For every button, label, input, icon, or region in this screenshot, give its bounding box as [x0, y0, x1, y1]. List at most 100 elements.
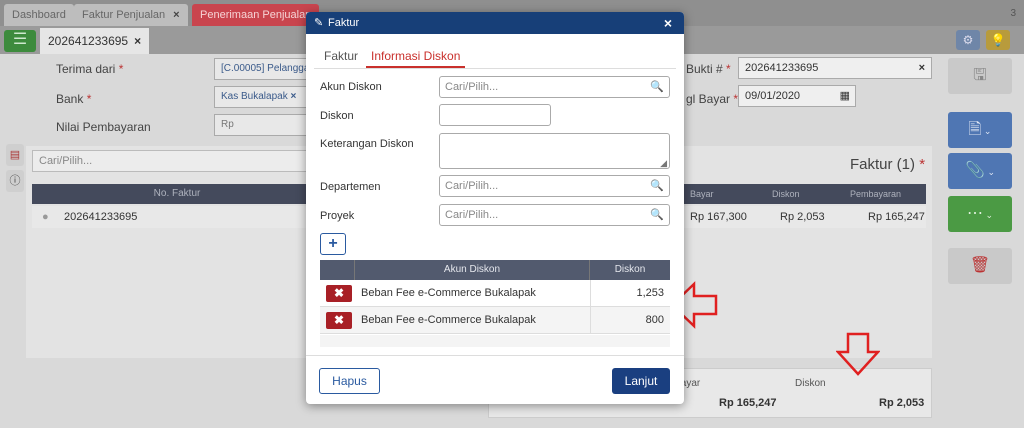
dialog-footer-divider	[306, 355, 684, 356]
save-button[interactable]: 🖫	[948, 58, 1012, 94]
departemen-label: Departemen	[320, 181, 381, 193]
table-row[interactable]: ✖ Beban Fee e-Commerce Bukalapak 800	[320, 307, 670, 334]
summary-label-diskon: Diskon	[795, 378, 826, 389]
tab-penerimaan-penjualan[interactable]: Penerimaan Penjualan	[192, 4, 320, 26]
doc-tab-label: 202641233695	[48, 34, 129, 48]
akun-diskon-label: Akun Diskon	[320, 81, 382, 93]
calendar-icon[interactable]: ▦	[840, 86, 850, 106]
proyek-label: Proyek	[320, 210, 355, 222]
table-header: No. Faktur	[32, 184, 322, 204]
diskon-label: Diskon	[320, 110, 354, 122]
close-icon[interactable]: ×	[291, 91, 297, 102]
faktur-dialog: ✎ Faktur × Faktur Informasi Diskon Akun …	[306, 12, 684, 404]
table-row[interactable]: ✖ Beban Fee e-Commerce Bukalapak 1,253	[320, 280, 670, 307]
close-icon[interactable]: ×	[173, 9, 179, 21]
bayar-cell: Rp 167,300	[690, 211, 747, 223]
delete-row-icon[interactable]: ✖	[326, 312, 352, 329]
add-row-button[interactable]: +	[320, 233, 346, 255]
terima-dari-label: Terima dari *	[56, 62, 124, 76]
attachment-button[interactable]: 📎 ⌄	[948, 153, 1012, 189]
column-action	[320, 260, 355, 280]
akun-diskon-placeholder: Cari/Pilih...	[445, 81, 499, 93]
more-button[interactable]: ⋯ ⌄	[948, 196, 1012, 232]
close-icon[interactable]: ×	[134, 34, 141, 48]
table-row[interactable]: ● 202641233695	[32, 206, 322, 228]
pembayaran-cell: Rp 165,247	[868, 211, 925, 223]
delete-button[interactable]: 🗑	[948, 248, 1012, 284]
faktur-table-row[interactable]: Rp 167,300 Rp 2,053 Rp 165,247	[684, 206, 926, 228]
resize-handle-icon[interactable]: ◢	[660, 158, 667, 168]
summary-value-dibayar: Rp 165,247	[719, 397, 777, 409]
column-bayar: Bayar	[690, 189, 714, 199]
tab-faktur[interactable]: Faktur	[324, 44, 358, 68]
keterangan-diskon-textarea[interactable]: ◢	[439, 133, 670, 169]
akun-cell: Beban Fee e-Commerce Bukalapak	[361, 287, 536, 299]
annotation-arrow-down	[836, 332, 880, 376]
column-pembayaran: Pembayaran	[850, 189, 902, 199]
paperclip-icon: 📎	[965, 162, 985, 179]
terima-dari-field[interactable]: [C.00005] Pelanggan E	[214, 58, 314, 80]
trash-icon: 🗑	[969, 257, 991, 274]
grid-empty-area	[320, 335, 670, 347]
cell-divider	[590, 307, 591, 334]
tgl-bayar-field[interactable]: 09/01/2020 ▦	[738, 85, 856, 107]
dialog-header: ✎ Faktur ×	[306, 12, 684, 34]
summary-value-diskon: Rp 2,053	[879, 397, 925, 409]
bank-label: Bank *	[56, 92, 92, 106]
menu-list-button[interactable]: ☰	[4, 30, 36, 52]
nilai-pembayaran-field[interactable]: Rp	[214, 114, 314, 136]
diskon-cell: 1,253	[636, 287, 664, 299]
hapus-button[interactable]: Hapus	[319, 368, 380, 394]
faktur-panel	[684, 146, 932, 358]
diskon-cell: Rp 2,053	[780, 211, 825, 223]
departemen-input[interactable]: Cari/Pilih... 🔍	[439, 175, 670, 197]
search-icon[interactable]: 🔍	[650, 77, 664, 97]
row-dot-icon: ●	[42, 211, 49, 223]
tab-informasi-diskon[interactable]: Informasi Diskon	[366, 44, 466, 68]
save-icon: 🖫	[973, 67, 987, 84]
tab-dashboard[interactable]: Dashboard	[4, 4, 74, 26]
diskon-cell: 800	[645, 314, 664, 326]
bulb-icon[interactable]: 💡	[986, 30, 1010, 50]
delete-row-icon[interactable]: ✖	[326, 285, 352, 302]
tgl-bayar-label: gl Bayar *	[686, 92, 739, 106]
gear-icon[interactable]: ⚙	[956, 30, 980, 50]
more-icon: ⋯	[966, 205, 983, 222]
no-bukti-field[interactable]: 202641233695 ×	[738, 57, 932, 79]
tab-divider	[314, 68, 676, 69]
clear-icon[interactable]: ×	[919, 58, 925, 78]
document-tab-icon[interactable]: ▤	[6, 144, 24, 166]
bank-field[interactable]: Kas Bukalapak ×	[214, 86, 314, 108]
diskon-input[interactable]	[439, 104, 551, 126]
column-diskon: Diskon	[614, 264, 646, 275]
tab-label: Faktur Penjualan	[82, 9, 166, 21]
tab-faktur-penjualan[interactable]: Faktur Penjualan ×	[74, 4, 188, 26]
lanjut-button[interactable]: Lanjut	[612, 368, 670, 394]
doc-tab[interactable]: 202641233695 ×	[40, 28, 150, 54]
document-button[interactable]: 🗎 ⌄	[948, 112, 1012, 148]
column-akun-diskon: Akun Diskon	[355, 260, 590, 280]
cell-divider	[590, 280, 591, 307]
dialog-title: Faktur	[328, 17, 360, 29]
invoice-list-panel	[26, 146, 316, 358]
column-diskon: Diskon	[772, 189, 800, 199]
akun-cell: Beban Fee e-Commerce Bukalapak	[361, 314, 536, 326]
discount-grid-header: Akun Diskon Diskon	[320, 260, 670, 280]
document-icon: 🗎	[968, 121, 982, 138]
tab-label: Dashboard	[12, 9, 66, 21]
search-icon[interactable]: 🔍	[650, 205, 664, 225]
departemen-placeholder: Cari/Pilih...	[445, 180, 499, 192]
column-no-faktur: No. Faktur	[153, 188, 201, 199]
close-icon[interactable]: ×	[664, 12, 672, 34]
tab-label: Penerimaan Penjualan	[200, 9, 312, 21]
search-icon[interactable]: 🔍	[650, 176, 664, 196]
pencil-icon: ✎	[314, 17, 324, 29]
no-faktur-cell: 202641233695	[64, 211, 138, 223]
keterangan-diskon-label: Keterangan Diskon	[320, 138, 414, 150]
tab-count: 3	[1010, 8, 1016, 19]
akun-diskon-input[interactable]: Cari/Pilih... 🔍	[439, 76, 670, 98]
proyek-input[interactable]: Cari/Pilih... 🔍	[439, 204, 670, 226]
info-tab-icon[interactable]: ⓘ	[6, 170, 24, 192]
nilai-pembayaran-label: Nilai Pembayaran	[56, 120, 151, 134]
search-input[interactable]: Cari/Pilih...	[32, 150, 322, 172]
